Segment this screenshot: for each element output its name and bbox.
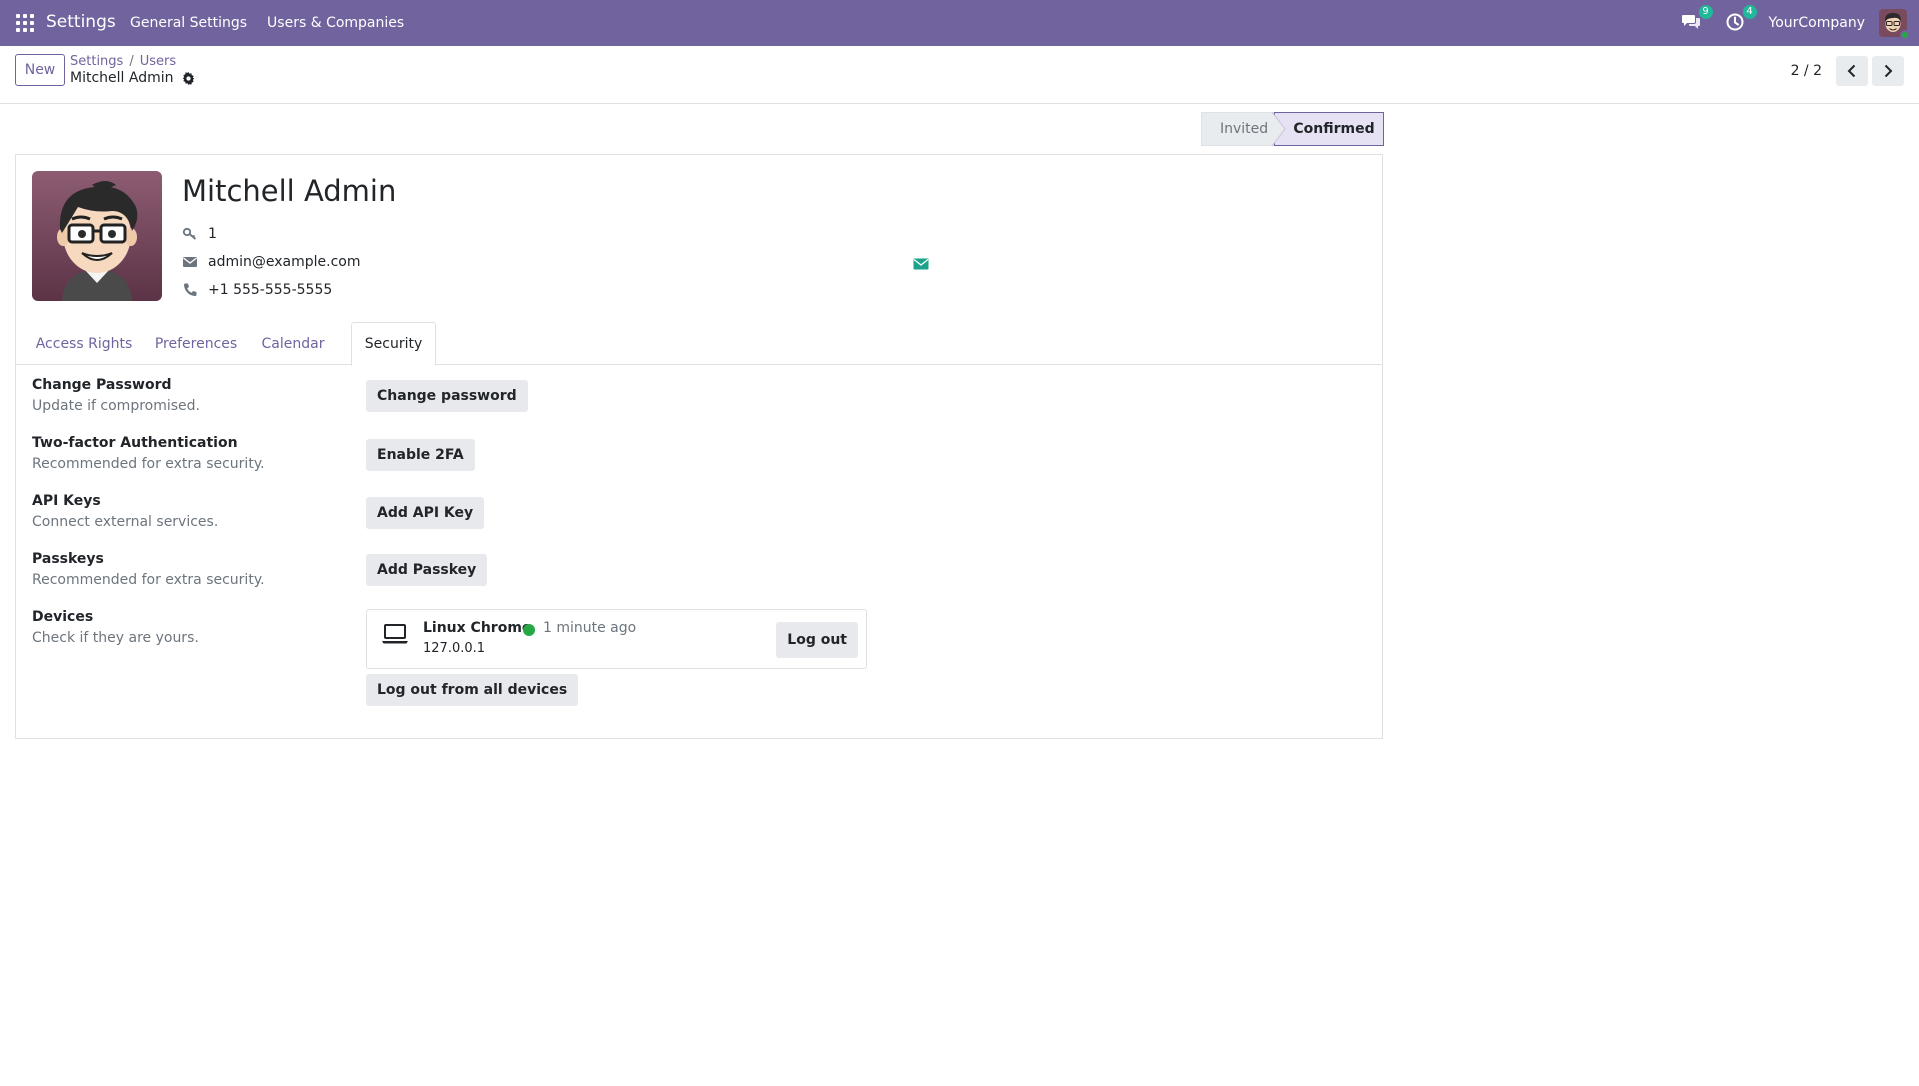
device-logout-button[interactable]: Log out: [776, 622, 858, 658]
activity-menu[interactable]: 4: [1725, 5, 1757, 34]
user-photo[interactable]: [32, 171, 162, 301]
tab-access-rights[interactable]: Access Rights: [32, 322, 136, 365]
key-icon: [182, 227, 197, 240]
notebook-tabs: Access Rights Preferences Calendar Secur…: [16, 322, 1382, 366]
status-confirmed[interactable]: Confirmed: [1274, 112, 1384, 146]
device-item: Linux Chrome 1 minute ago 127.0.0.1 Log …: [366, 609, 867, 669]
enable-2fa-button[interactable]: Enable 2FA: [366, 439, 475, 471]
breadcrumb-current: Mitchell Admin: [70, 70, 174, 86]
breadcrumb-users[interactable]: Users: [140, 54, 176, 69]
email-row: admin@example.com: [182, 254, 360, 270]
company-switcher[interactable]: YourCompany: [1769, 15, 1866, 31]
login-row: 1: [182, 226, 217, 242]
passkeys-label: Passkeys: [32, 551, 104, 567]
status-invited[interactable]: Invited: [1201, 112, 1274, 146]
user-avatar[interactable]: [1879, 9, 1910, 40]
pager: 2 / 2: [1791, 56, 1904, 86]
tab-calendar[interactable]: Calendar: [256, 322, 330, 365]
passkeys-desc: Recommended for extra security.: [32, 572, 265, 588]
menu-general-settings[interactable]: General Settings: [130, 15, 247, 31]
logout-all-devices-button[interactable]: Log out from all devices: [366, 674, 579, 706]
change-password-button[interactable]: Change password: [366, 380, 528, 412]
systray: 9 4 YourCompany: [1681, 0, 1919, 46]
avatar-image: [32, 171, 162, 301]
pager-previous-button[interactable]: [1836, 56, 1868, 86]
two-factor-desc: Recommended for extra security.: [32, 456, 265, 472]
top-menu: General Settings Users & Companies: [130, 15, 404, 31]
tab-security[interactable]: Security: [351, 322, 436, 366]
pager-value[interactable]: 2 / 2: [1791, 63, 1822, 79]
top-navbar: Settings General Settings Users & Compan…: [0, 0, 1919, 46]
apps-menu-icon[interactable]: [16, 14, 34, 32]
devices-desc: Check if they are yours.: [32, 630, 199, 646]
status-bar: Invited Confirmed: [1201, 112, 1384, 146]
app-name[interactable]: Settings: [46, 12, 116, 32]
device-last-seen: 1 minute ago: [543, 620, 637, 636]
tab-preferences[interactable]: Preferences: [146, 322, 246, 365]
device-online-indicator: [523, 624, 535, 636]
two-factor-label: Two-factor Authentication: [32, 435, 238, 451]
breadcrumb-settings[interactable]: Settings: [70, 54, 123, 69]
api-keys-label: API Keys: [32, 493, 101, 509]
change-password-desc: Update if compromised.: [32, 398, 200, 414]
login-value[interactable]: 1: [208, 226, 217, 242]
device-ip: 127.0.0.1: [423, 641, 486, 656]
breadcrumb-separator: /: [129, 54, 134, 69]
chevron-left-icon: [1847, 64, 1856, 78]
phone-icon: [183, 283, 197, 297]
menu-users-companies[interactable]: Users & Companies: [267, 15, 404, 31]
pager-next-button[interactable]: [1872, 56, 1904, 86]
change-password-label: Change Password: [32, 377, 172, 393]
gear-icon[interactable]: [182, 71, 195, 85]
chevron-right-icon: [1884, 64, 1893, 78]
form-sheet: Mitchell Admin 1 admin@example.com +1 55…: [15, 154, 1383, 739]
device-name: Linux Chrome: [423, 620, 532, 636]
api-keys-desc: Connect external services.: [32, 514, 219, 530]
user-name-field[interactable]: Mitchell Admin: [182, 174, 396, 208]
control-panel: New Settings / Users Mitchell Admin 2 / …: [0, 46, 1919, 104]
messaging-menu[interactable]: 9: [1681, 5, 1713, 34]
add-api-key-button[interactable]: Add API Key: [366, 497, 485, 529]
phone-row: +1 555-555-5555: [182, 282, 332, 298]
status-arrow: [1272, 112, 1286, 146]
online-indicator: [1900, 30, 1910, 40]
phone-field[interactable]: +1 555-555-5555: [208, 282, 332, 298]
messages-badge: 9: [1698, 5, 1713, 19]
breadcrumb: Settings / Users Mitchell Admin: [70, 54, 195, 86]
devices-label: Devices: [32, 609, 94, 625]
laptop-icon: [382, 624, 408, 644]
activities-badge: 4: [1742, 5, 1757, 19]
new-button[interactable]: New: [15, 54, 65, 86]
mail-verified-icon[interactable]: [913, 257, 929, 271]
email-field[interactable]: admin@example.com: [208, 254, 360, 270]
clock-icon: [1726, 13, 1743, 31]
envelope-icon: [183, 257, 197, 267]
chat-icon: [1681, 15, 1700, 29]
add-passkey-button[interactable]: Add Passkey: [366, 554, 488, 586]
